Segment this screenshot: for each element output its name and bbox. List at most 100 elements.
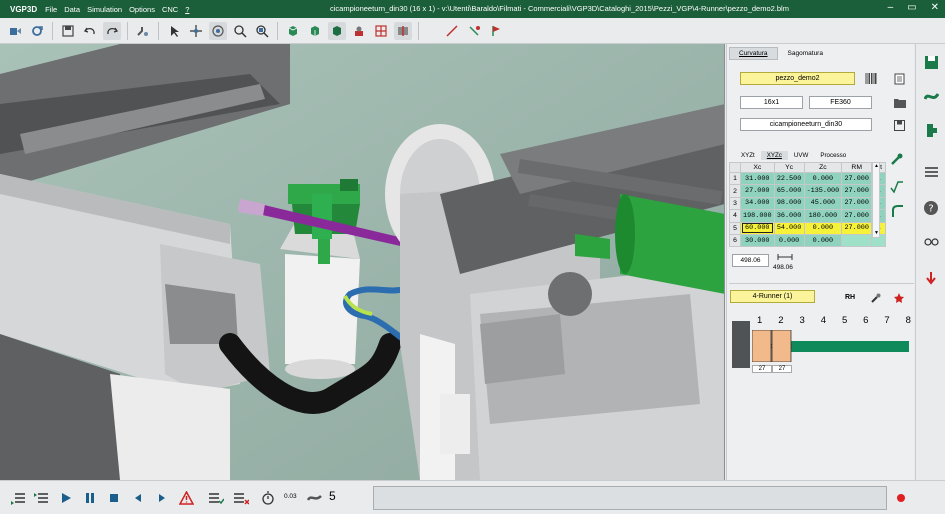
cell-yc[interactable]: 65.000	[773, 184, 805, 198]
view-left-icon[interactable]	[284, 22, 302, 40]
tube-icon[interactable]	[923, 88, 939, 104]
rh-label[interactable]: RH	[845, 294, 855, 301]
move-icon[interactable]	[187, 22, 205, 40]
zoom-icon[interactable]	[231, 22, 249, 40]
stop-icon[interactable]	[106, 490, 122, 506]
menu-options[interactable]: Options	[129, 5, 155, 14]
cell-zc[interactable]: 180.000	[803, 209, 843, 223]
folder-icon[interactable]	[893, 96, 906, 109]
pointer-icon[interactable]	[165, 22, 183, 40]
record-icon[interactable]	[893, 490, 909, 506]
scroll-down-icon[interactable]: ▼	[874, 231, 879, 236]
menu-file[interactable]: File	[45, 5, 57, 14]
machine-field[interactable]: cicampioneeturn_din30	[740, 118, 872, 131]
menu-help[interactable]: ?	[185, 5, 189, 14]
subtab-xyzt[interactable]: XYZt	[735, 151, 761, 160]
save-part-icon[interactable]	[923, 54, 939, 70]
tool-name-field[interactable]: 4-Runner (1)	[730, 290, 815, 303]
redo-icon[interactable]	[103, 21, 121, 40]
undo-icon[interactable]	[81, 22, 99, 40]
cell-rm[interactable]: 27.000	[841, 196, 873, 211]
play-icon[interactable]	[58, 490, 74, 506]
save-doc-icon[interactable]	[893, 119, 906, 132]
tab-sagomatura[interactable]: Sagomatura	[778, 47, 833, 60]
document-icon[interactable]	[893, 72, 906, 85]
maximize-button[interactable]: ▭	[907, 2, 916, 13]
prev-icon[interactable]	[130, 490, 146, 506]
cell-yc[interactable]: 54.000	[773, 221, 805, 235]
table-row[interactable]: 4 198.000 36.000 180.000 27.000 1	[729, 209, 887, 223]
table-row-selected[interactable]: 5 60.000 54.000 0.000 27.000 1	[729, 221, 887, 235]
view-front-icon[interactable]	[306, 22, 324, 40]
cell-rm[interactable]: 27.000	[841, 184, 873, 198]
cell-xc[interactable]: 30.000	[740, 233, 775, 248]
warning-icon[interactable]	[178, 490, 194, 506]
list-icon[interactable]	[923, 164, 939, 180]
material-field[interactable]: FE360	[809, 96, 872, 109]
table-scrollbar[interactable]: ▲ ▼	[872, 162, 880, 238]
bend-icon[interactable]	[134, 22, 152, 40]
part-name-field[interactable]: pezzo_demo2	[740, 72, 855, 85]
section-icon[interactable]	[394, 21, 412, 40]
rotate-icon[interactable]	[209, 21, 227, 40]
cell-yc[interactable]: 0.000	[773, 233, 805, 248]
menu-cnc[interactable]: CNC	[162, 5, 178, 14]
save-icon[interactable]	[59, 22, 77, 40]
cell-xc[interactable]: 60.000	[740, 221, 775, 235]
tool-add-icon[interactable]	[892, 291, 905, 304]
cell-xc[interactable]: 34.000	[740, 196, 775, 211]
cell-xc[interactable]: 31.000	[740, 171, 775, 186]
zoom-fit-icon[interactable]	[253, 22, 271, 40]
cell-zc[interactable]: 0.000	[803, 171, 843, 186]
table-row[interactable]: 1 31.000 22.500 0.000 27.000 1	[729, 171, 887, 186]
cell-zc[interactable]: 0.000	[803, 221, 843, 235]
tool-settings-icon[interactable]	[869, 291, 882, 304]
tube-speed-icon[interactable]	[306, 490, 322, 506]
glasses-icon[interactable]	[923, 234, 939, 250]
minimize-button[interactable]: –	[888, 2, 894, 13]
sqrt-icon[interactable]	[890, 180, 906, 196]
close-button[interactable]: ✕	[931, 2, 939, 13]
length-field[interactable]: 498.06	[732, 254, 769, 267]
scroll-up-icon[interactable]: ▲	[874, 164, 879, 169]
subtab-processo[interactable]: Processo	[814, 151, 852, 160]
down-arrow-icon[interactable]	[923, 270, 939, 286]
grid-icon[interactable]	[372, 22, 390, 40]
table-row[interactable]: 6 30.000 0.000 0.000	[729, 233, 887, 248]
table-row[interactable]: 2 27.000 65.000 -135.000 27.000 1	[729, 184, 887, 198]
cell-rm[interactable]: 27.000	[841, 209, 873, 223]
list-step-icon[interactable]	[10, 490, 26, 506]
barcode-icon[interactable]	[864, 72, 877, 85]
cell-rm[interactable]: 27.000	[841, 221, 873, 235]
tube-size-field[interactable]: 16x1	[740, 96, 803, 109]
menu-data[interactable]: Data	[64, 5, 80, 14]
cell-xc[interactable]: 198.000	[740, 209, 775, 223]
cell-yc[interactable]: 98.000	[773, 196, 805, 211]
table-check-icon[interactable]	[208, 490, 224, 506]
menu-simulation[interactable]: Simulation	[87, 5, 122, 14]
help-icon[interactable]: ?	[923, 200, 939, 216]
tool-edit-icon[interactable]	[890, 152, 906, 168]
measure-icon[interactable]	[443, 22, 461, 40]
select-icon[interactable]	[465, 22, 483, 40]
cell-zc[interactable]: 45.000	[803, 196, 843, 211]
3d-viewport[interactable]	[0, 44, 725, 480]
cell-yc[interactable]: 22.500	[773, 171, 805, 186]
list-all-icon[interactable]	[33, 490, 49, 506]
subtab-xyzc[interactable]: XYZc	[760, 151, 788, 160]
pause-icon[interactable]	[82, 490, 98, 506]
cell-rm[interactable]: 27.000	[841, 171, 873, 186]
target-icon[interactable]	[487, 22, 505, 40]
table-row[interactable]: 3 34.000 98.000 45.000 27.000 1	[729, 196, 887, 211]
cell-rm[interactable]	[841, 233, 873, 248]
new-icon[interactable]	[6, 22, 24, 40]
subtab-uvw[interactable]: UVW	[788, 151, 814, 160]
cell-yc[interactable]: 36.000	[773, 209, 805, 223]
tube-tool-icon[interactable]	[923, 122, 939, 138]
table-x-icon[interactable]	[233, 490, 249, 506]
bend-radius-icon[interactable]	[890, 204, 906, 220]
tab-curvatura[interactable]: Curvatura	[729, 47, 778, 60]
open-icon[interactable]	[28, 22, 46, 40]
die-stack[interactable]	[751, 329, 792, 363]
stopwatch-icon[interactable]	[260, 490, 276, 506]
